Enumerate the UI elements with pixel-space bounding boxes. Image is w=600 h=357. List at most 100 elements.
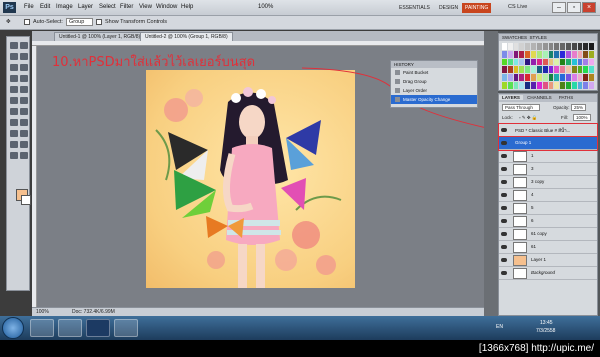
eye-icon[interactable]	[501, 206, 507, 210]
color-swatch[interactable]	[548, 82, 554, 89]
3d-rotate-icon[interactable]	[10, 141, 18, 148]
color-swatch[interactable]	[565, 58, 571, 66]
color-swatch[interactable]	[536, 58, 542, 66]
menu-image[interactable]: Image	[56, 4, 73, 10]
color-swatch[interactable]	[571, 66, 577, 74]
layer-row[interactable]: 1	[499, 150, 597, 163]
color-swatch[interactable]	[513, 74, 519, 82]
color-swatch[interactable]	[513, 66, 519, 74]
layer-row-group-1[interactable]: Group 1	[498, 136, 598, 151]
color-swatch[interactable]	[525, 58, 531, 66]
color-swatch[interactable]	[571, 50, 577, 58]
path-selection-icon[interactable]	[10, 130, 18, 137]
auto-select-dropdown[interactable]: Group	[66, 18, 94, 26]
color-swatch[interactable]	[554, 50, 560, 58]
eye-icon[interactable]	[501, 180, 507, 184]
layer-row[interactable]: 5	[499, 202, 597, 215]
color-swatch[interactable]	[577, 66, 583, 74]
color-swatch[interactable]	[583, 66, 589, 74]
close-button[interactable]: ×	[582, 2, 596, 13]
move-tool-icon[interactable]	[10, 42, 18, 49]
pen-tool-icon[interactable]	[10, 119, 18, 126]
color-swatch[interactable]	[531, 58, 536, 66]
marquee-tool-icon[interactable]	[20, 42, 28, 49]
color-swatch[interactable]	[554, 43, 560, 50]
layer-row[interactable]: 61	[499, 241, 597, 254]
clock-time[interactable]: 13:45	[540, 320, 553, 326]
layer-row[interactable]: 6	[499, 215, 597, 228]
tab-channels[interactable]: CHANNELS	[524, 95, 555, 100]
color-swatch[interactable]	[536, 43, 542, 50]
opacity-input[interactable]: 25%	[571, 104, 587, 111]
color-swatch[interactable]	[536, 66, 542, 74]
color-swatch[interactable]	[507, 58, 513, 66]
eye-icon[interactable]	[501, 141, 507, 145]
color-swatch[interactable]	[589, 58, 594, 66]
eraser-tool-icon[interactable]	[10, 97, 18, 104]
color-swatch[interactable]	[542, 66, 548, 74]
menu-window[interactable]: Window	[156, 4, 177, 10]
color-swatch[interactable]	[548, 50, 554, 58]
color-swatch[interactable]	[571, 43, 577, 50]
color-swatch[interactable]	[565, 82, 571, 89]
tab-untitled-2[interactable]: Untitled-2 @ 100% (Group 1, RGB/8)	[140, 32, 233, 41]
tab-paths[interactable]: PATHS	[556, 95, 576, 100]
color-swatch[interactable]	[589, 50, 594, 58]
color-swatch[interactable]	[531, 43, 536, 50]
workspace-design[interactable]: DESIGN	[436, 3, 461, 13]
eye-icon[interactable]	[501, 245, 507, 249]
layer-row-background[interactable]: Background	[499, 267, 597, 280]
color-swatch[interactable]	[560, 43, 565, 50]
color-swatch[interactable]	[554, 58, 560, 66]
type-tool-icon[interactable]	[20, 119, 28, 126]
auto-select-checkbox[interactable]	[24, 19, 30, 25]
minimize-button[interactable]: –	[552, 2, 566, 13]
color-swatch[interactable]	[502, 50, 507, 58]
menu-select[interactable]: Select	[99, 4, 116, 10]
color-swatch[interactable]	[531, 66, 536, 74]
tab-untitled-1[interactable]: Untitled-1 @ 100% (Layer 1, RGB/8)	[54, 32, 146, 41]
layer-row[interactable]: 4	[499, 189, 597, 202]
workspace-essentials[interactable]: ESSENTIALS	[396, 3, 433, 13]
dodge-tool-icon[interactable]	[20, 108, 28, 115]
fill-input[interactable]: 100%	[573, 114, 591, 121]
color-swatch[interactable]	[513, 43, 519, 50]
menu-file[interactable]: File	[24, 4, 34, 10]
menu-layer[interactable]: Layer	[78, 4, 93, 10]
color-swatch[interactable]	[531, 50, 536, 58]
eye-icon[interactable]	[501, 258, 507, 262]
color-swatch[interactable]	[542, 82, 548, 89]
color-swatch[interactable]	[519, 74, 525, 82]
eye-icon[interactable]	[501, 271, 507, 275]
brush-tool-icon[interactable]	[20, 75, 28, 82]
layer-row-psd-group[interactable]: PSD * Classic Blue # สีน้ำ...	[498, 123, 598, 138]
color-swatch[interactable]	[577, 58, 583, 66]
color-swatch[interactable]	[542, 50, 548, 58]
color-swatch[interactable]	[507, 82, 513, 89]
color-swatch[interactable]	[560, 82, 565, 89]
color-swatch[interactable]	[583, 43, 589, 50]
color-swatch[interactable]	[577, 50, 583, 58]
color-swatch[interactable]	[542, 74, 548, 82]
gradient-tool-icon[interactable]	[20, 97, 28, 104]
color-swatch[interactable]	[513, 82, 519, 89]
healing-brush-icon[interactable]	[10, 75, 18, 82]
menu-edit[interactable]: Edit	[40, 4, 50, 10]
color-swatch[interactable]	[583, 74, 589, 82]
color-swatch[interactable]	[571, 74, 577, 82]
workspace-painting[interactable]: PAINTING	[462, 3, 492, 13]
crop-tool-icon[interactable]	[10, 64, 18, 71]
color-swatch[interactable]	[542, 58, 548, 66]
layer-row[interactable]: 3 copy	[499, 176, 597, 189]
color-swatch[interactable]	[507, 74, 513, 82]
eye-icon[interactable]	[501, 128, 507, 132]
history-item[interactable]: Drag Group	[391, 77, 477, 86]
clock-date[interactable]: 7/3/2558	[536, 328, 555, 334]
color-swatch[interactable]	[525, 66, 531, 74]
color-swatch[interactable]	[525, 82, 531, 89]
history-item[interactable]: Layer Order	[391, 86, 477, 95]
menu-help[interactable]: Help	[181, 4, 193, 10]
magic-wand-icon[interactable]	[20, 53, 28, 60]
color-swatch[interactable]	[554, 82, 560, 89]
color-swatch[interactable]	[560, 58, 565, 66]
